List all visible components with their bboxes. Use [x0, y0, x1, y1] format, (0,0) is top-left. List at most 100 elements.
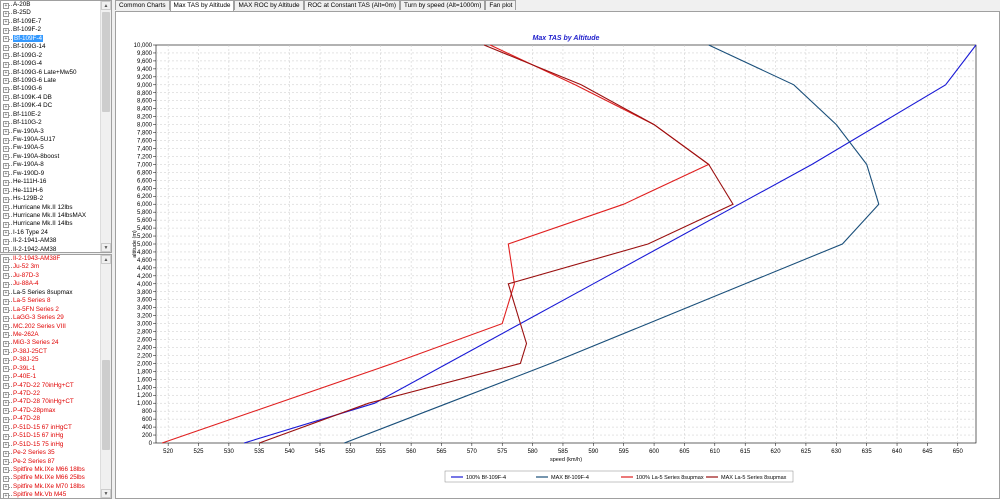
aircraft-list-item[interactable]: P-51D-15 67 inHg — [1, 432, 101, 440]
aircraft-label: He-111H-6 — [13, 186, 43, 194]
tab-max-roc-by-altitude[interactable]: MAX ROC by Altitude — [234, 0, 304, 10]
aircraft-list-top[interactable]: A-20BB-25DBf-109E-7Bf-109F-2Bf-109F-4Bf-… — [0, 0, 112, 253]
aircraft-list-item[interactable]: Fw-190A-8boost — [1, 153, 101, 161]
y-tick-label: 2,600 — [137, 338, 153, 344]
aircraft-list-item[interactable]: Bf-109K-4 DC — [1, 102, 101, 110]
scroll-up-arrow-icon[interactable]: ▲ — [101, 255, 111, 264]
x-tick-label: 545 — [315, 449, 326, 455]
tree-connector — [8, 21, 12, 23]
aircraft-list-item[interactable]: Bf-109F-2 — [1, 26, 101, 34]
x-tick-label: 560 — [406, 449, 417, 455]
aircraft-list-item[interactable]: Hurricane Mk.II 14lbs — [1, 220, 101, 228]
aircraft-list-item[interactable]: LaGG-3 Series 29 — [1, 314, 101, 322]
aircraft-list-item[interactable]: Fw-190D-9 — [1, 170, 101, 178]
aircraft-list-item[interactable]: Bf-110G-2 — [1, 119, 101, 127]
aircraft-list-item[interactable]: Spitfire Mk.IXe M70 18lbs — [1, 483, 101, 491]
aircraft-label: P-51D-15 75 inHg — [13, 440, 64, 448]
y-tick-label: 3,400 — [137, 306, 153, 312]
scroll-thumb[interactable] — [102, 360, 110, 450]
aircraft-list-item[interactable]: I-16 Type 24 — [1, 229, 101, 237]
aircraft-list-item[interactable]: Pe-2 Series 87 — [1, 458, 101, 466]
bottom-list-scrollbar[interactable]: ▲ ▼ — [100, 255, 111, 498]
x-tick-label: 580 — [528, 449, 539, 455]
tree-connector — [8, 114, 12, 116]
aircraft-list-item[interactable]: La-5FN Series 2 — [1, 306, 101, 314]
aircraft-list-item[interactable]: P-40E-1 — [1, 373, 101, 381]
aircraft-list-item[interactable]: Hs-129B-2 — [1, 195, 101, 203]
aircraft-list-item[interactable]: La-5 Series 8supmax — [1, 289, 101, 297]
aircraft-label: Ju-52 3m — [13, 263, 40, 271]
x-tick-label: 615 — [740, 449, 751, 455]
aircraft-list-item[interactable]: Spitfire Mk.Vb M45 — [1, 491, 101, 498]
aircraft-list-item[interactable]: Hurricane Mk.II 12lbs — [1, 204, 101, 212]
aircraft-list-item[interactable]: MiG-3 Series 24 — [1, 339, 101, 347]
aircraft-label: MiG-3 Series 24 — [13, 339, 59, 347]
aircraft-list-item[interactable]: Fw-190A-5U17 — [1, 136, 101, 144]
aircraft-list-item[interactable]: B-25D — [1, 9, 101, 17]
aircraft-label: LaGG-3 Series 29 — [13, 314, 64, 322]
tab-turn-by-speed[interactable]: Turn by speed (Alt=1000m) — [399, 0, 486, 10]
aircraft-list-item[interactable]: P-39L-1 — [1, 365, 101, 373]
aircraft-list-item[interactable]: Pe-2 Series 35 — [1, 449, 101, 457]
tab-fan-plot[interactable]: Fan plot — [485, 0, 517, 10]
scroll-down-arrow-icon[interactable]: ▼ — [101, 489, 111, 498]
aircraft-label: La-5FN Series 2 — [13, 305, 59, 313]
aircraft-list-item[interactable]: Bf-109F-4 — [1, 34, 101, 43]
chart-title: Max TAS by Altitude — [533, 35, 600, 42]
aircraft-tree[interactable]: A-20BB-25DBf-109E-7Bf-109F-2Bf-109F-4Bf-… — [1, 1, 101, 252]
scroll-up-arrow-icon[interactable]: ▲ — [101, 1, 111, 10]
aircraft-list-item[interactable]: P-38J-25 — [1, 356, 101, 364]
y-tick-label: 3,000 — [137, 322, 153, 328]
aircraft-list-item[interactable]: He-111H-16 — [1, 178, 101, 186]
aircraft-list-item[interactable]: Bf-109G-2 — [1, 52, 101, 60]
tab-max-tas-by-altitude[interactable]: Max TAS by Altitude — [169, 0, 235, 11]
aircraft-list-item[interactable]: Ju-88A-4 — [1, 280, 101, 288]
y-tick-label: 7,400 — [137, 146, 153, 152]
aircraft-list-item[interactable]: P-47D-22 70inHg+CT — [1, 382, 101, 390]
aircraft-list-item[interactable]: La-5 Series 8 — [1, 297, 101, 305]
tab-roc-constant-tas[interactable]: ROC at Constant TAS (Alt=0m) — [303, 0, 400, 10]
aircraft-list-bottom[interactable]: Il-2-1943-AM38FJu-52 3mJu-87D-3Ju-88A-4L… — [0, 254, 112, 499]
aircraft-list-item[interactable]: P-51D-15 67 inHgCT — [1, 424, 101, 432]
aircraft-list-item[interactable]: A-20B — [1, 1, 101, 9]
aircraft-list-item[interactable]: P-38J-25CT — [1, 348, 101, 356]
aircraft-list-item[interactable]: Bf-109K-4 DB — [1, 94, 101, 102]
aircraft-list-item[interactable]: Bf-109G-6 Late — [1, 77, 101, 85]
top-list-scrollbar[interactable]: ▲ ▼ — [100, 1, 111, 252]
aircraft-list-item[interactable]: MC.202 Series VIII — [1, 323, 101, 331]
aircraft-list-item[interactable]: Bf-109G-14 — [1, 43, 101, 51]
aircraft-list-item[interactable]: He-111H-6 — [1, 187, 101, 195]
aircraft-list-item[interactable]: Bf-109G-6 Late+Mw50 — [1, 69, 101, 77]
aircraft-list-item[interactable]: Bf-110E-2 — [1, 111, 101, 119]
tree-connector — [8, 309, 12, 311]
aircraft-list-item[interactable]: Spitfire Mk.IXe M66 25lbs — [1, 474, 101, 482]
y-tick-label: 0 — [149, 441, 153, 447]
aircraft-list-item[interactable]: P-47D-28 70inHg+CT — [1, 398, 101, 406]
scroll-down-arrow-icon[interactable]: ▼ — [101, 243, 111, 252]
aircraft-list-item[interactable]: Fw-190A-8 — [1, 161, 101, 169]
aircraft-list-item[interactable]: P-47D-28pmax — [1, 407, 101, 415]
aircraft-list-item[interactable]: Bf-109G-6 — [1, 85, 101, 93]
y-tick-label: 2,000 — [137, 361, 153, 367]
aircraft-list-item[interactable]: Bf-109E-7 — [1, 18, 101, 26]
x-tick-label: 595 — [619, 449, 630, 455]
aircraft-list-item[interactable]: Fw-190A-5 — [1, 144, 101, 152]
aircraft-list-item[interactable]: P-51D-15 75 inHg — [1, 441, 101, 449]
aircraft-list-item[interactable]: P-47D-28 — [1, 415, 101, 423]
aircraft-list-item[interactable]: Fw-190A-3 — [1, 128, 101, 136]
aircraft-list-item[interactable]: Spitfire Mk.IXe M66 18lbs — [1, 466, 101, 474]
aircraft-list-item[interactable]: Ju-52 3m — [1, 263, 101, 271]
tree-connector — [8, 207, 12, 209]
tree-connector — [8, 419, 12, 421]
aircraft-list-item[interactable]: Il-2-1942-AM38 — [1, 246, 101, 252]
scroll-thumb[interactable] — [102, 12, 110, 112]
aircraft-list-item[interactable]: Il-2-1943-AM38F — [1, 255, 101, 263]
aircraft-list-item[interactable]: Bf-109G-4 — [1, 60, 101, 68]
aircraft-tree-bottom[interactable]: Il-2-1943-AM38FJu-52 3mJu-87D-3Ju-88A-4L… — [1, 255, 101, 498]
aircraft-list-item[interactable]: Il-2-1941-AM38 — [1, 237, 101, 245]
aircraft-list-item[interactable]: Me-262A — [1, 331, 101, 339]
aircraft-list-item[interactable]: Ju-87D-3 — [1, 272, 101, 280]
aircraft-list-item[interactable]: Hurricane Mk.II 14lbsMAX — [1, 212, 101, 220]
aircraft-list-item[interactable]: P-47D-22 — [1, 390, 101, 398]
tab-common-charts[interactable]: Common Charts — [115, 0, 170, 10]
